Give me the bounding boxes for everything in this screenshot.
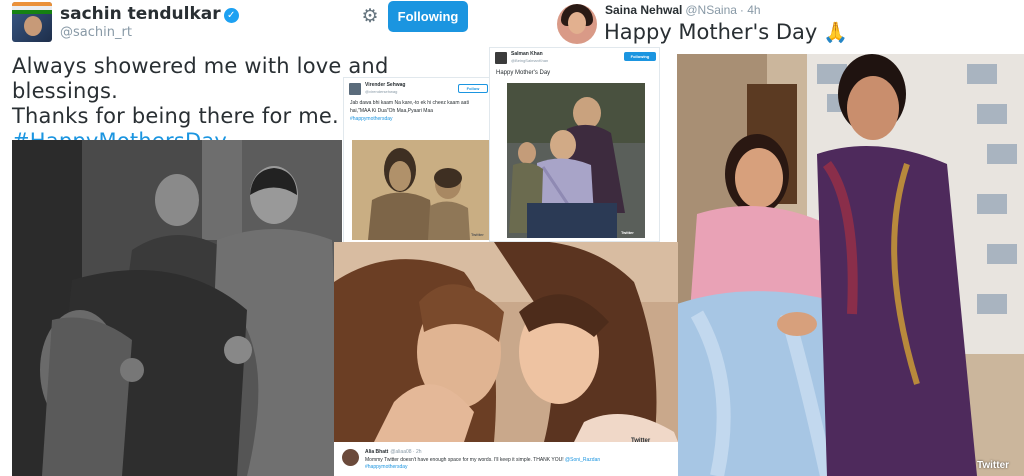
alia-name[interactable]: Alia Bhatt — [365, 449, 388, 455]
saina-text: Happy Mother's Day — [604, 20, 818, 44]
alia-hashtag[interactable]: #happymothersday — [365, 464, 408, 470]
alia-name-row[interactable]: Alia Bhatt @aliaa08 · 2h — [365, 449, 422, 455]
salman-tweet-photo[interactable] — [507, 83, 645, 238]
sehwag-tweet-photo[interactable] — [352, 140, 489, 240]
sehwag-tweet-text: Jab dawa bhi kaam Na kare,-to ek hi chee… — [350, 99, 488, 123]
sachin-handle[interactable]: @sachin_rt — [60, 25, 132, 40]
sehwag-photo-art — [352, 140, 489, 240]
alia-tweet-photo[interactable] — [334, 242, 678, 442]
alia-avatar[interactable] — [342, 449, 359, 466]
gear-icon[interactable]: ⚙ — [359, 6, 381, 28]
sachin-name-row[interactable]: sachin tendulkar ✓ — [60, 4, 239, 24]
sehwag-text: Jab dawa bhi kaam Na kare,-to ek hi chee… — [350, 100, 469, 114]
alia-twitter-watermark: Twitter — [631, 438, 651, 444]
sehwag-tweet-card: Virender Sehwag @virendersehwag Follow J… — [343, 77, 493, 249]
saina-name-row[interactable]: Saina Nehwal @NSaina · 4h — [605, 3, 761, 17]
sachin-name[interactable]: sachin tendulkar — [60, 4, 221, 24]
saina-time: · 4h — [739, 3, 761, 17]
sehwag-handle[interactable]: @virendersehwag — [365, 89, 397, 94]
salman-handle[interactable]: @BeingSalmanKhan — [511, 58, 548, 63]
alia-mention[interactable]: @Soni_Razdan — [565, 457, 600, 463]
salman-tweet-card: Salman Khan @BeingSalmanKhan Following H… — [489, 47, 660, 242]
sehwag-avatar[interactable] — [349, 83, 361, 95]
alia-photo-art — [334, 242, 678, 442]
salman-twitter-watermark: Twitter — [621, 230, 634, 235]
praying-hands-icon: 🙏 — [823, 20, 849, 44]
sehwag-twitter-watermark: Twitter — [471, 232, 484, 237]
alia-handle[interactable]: @aliaa08 · 2h — [390, 449, 421, 455]
salman-name[interactable]: Salman Khan — [511, 51, 543, 57]
sehwag-name[interactable]: Virender Sehwag — [365, 82, 405, 88]
saina-photo-art — [677, 54, 1024, 476]
sehwag-follow-button[interactable]: Follow — [458, 84, 488, 93]
sachin-tweet-photo[interactable] — [12, 140, 342, 476]
alia-tweet-card: Twitter Alia Bhatt @aliaa08 · 2h Mommy Tw… — [334, 242, 678, 476]
verified-badge-icon: ✓ — [223, 8, 239, 23]
saina-handle[interactable]: @NSaina — [685, 3, 737, 17]
sachin-tweet-card: sachin tendulkar ✓ @sachin_rt ⚙ Following… — [0, 0, 468, 476]
saina-tweet-photo[interactable] — [677, 54, 1024, 476]
alia-text: Mommy Twitter doesn't have enough space … — [365, 457, 564, 463]
sachin-avatar[interactable] — [12, 2, 52, 42]
saina-tweet-text: Happy Mother's Day 🙏 — [604, 20, 848, 44]
salman-tweet-text: Happy Mother's Day — [496, 70, 551, 76]
salman-following-button[interactable]: Following — [624, 52, 656, 61]
saina-avatar[interactable] — [557, 4, 597, 44]
alia-tweet-text: Mommy Twitter doesn't have enough space … — [365, 457, 675, 471]
salman-avatar[interactable] — [495, 52, 507, 64]
sachin-photo-art — [12, 140, 342, 476]
following-button[interactable]: Following — [388, 1, 468, 32]
saina-name[interactable]: Saina Nehwal — [605, 3, 682, 17]
saina-twitter-watermark: Twitter — [977, 460, 1010, 471]
salman-photo-art — [507, 83, 645, 238]
sehwag-hashtag[interactable]: #happymothersday — [350, 116, 393, 122]
